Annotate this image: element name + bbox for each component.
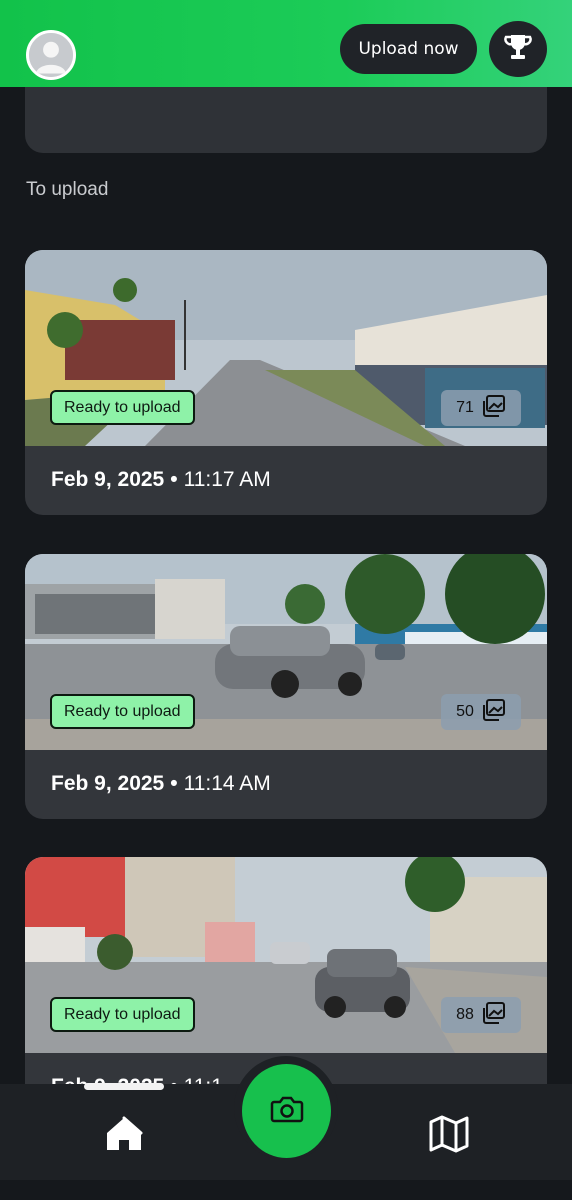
photo-count-badge: 71 [441,390,521,426]
section-title: To upload [26,179,109,200]
upload-card[interactable]: Ready to upload 71 Feb 9, 2025 • 11:17 A… [25,250,547,515]
status-badge: Ready to upload [50,390,195,425]
status-badge: Ready to upload [50,997,195,1032]
photo-count-badge: 88 [441,997,521,1033]
user-avatar-icon[interactable] [26,30,76,80]
top-bar: Upload now [0,0,572,87]
trophy-button[interactable] [489,21,547,77]
card-time: 11:14 AM [183,772,271,795]
separator-dot: • [170,772,178,795]
photo-count-badge: 50 [441,694,521,730]
card-date: Feb 9, 2025 [51,468,165,491]
system-nav-strip [0,1180,572,1200]
card-time: 11:17 AM [183,468,271,491]
home-icon[interactable] [104,1114,144,1154]
status-badge: Ready to upload [50,694,195,729]
camera-icon [270,1095,304,1127]
images-icon [482,698,506,726]
photo-count: 71 [456,399,474,416]
drag-handle[interactable] [84,1083,164,1090]
upload-list: To upload Ready to upload 71 Feb 9, 2025… [0,0,572,1200]
card-datetime: Feb 9, 2025 • 11:14 AM [51,772,271,796]
separator-dot: • [170,468,178,491]
photo-count: 88 [456,1006,474,1023]
car [315,949,410,1018]
photo-count: 50 [456,703,474,720]
upload-now-button[interactable]: Upload now [340,24,477,74]
images-icon [482,1001,506,1029]
map-icon[interactable] [428,1114,470,1154]
camera-button[interactable] [242,1064,331,1158]
card-date: Feb 9, 2025 [51,772,165,795]
upload-card[interactable]: Ready to upload 50 Feb 9, 2025 • 11:14 A… [25,554,547,819]
trophy-icon [503,32,533,66]
images-icon [482,394,506,422]
card-datetime: Feb 9, 2025 • 11:17 AM [51,468,271,492]
